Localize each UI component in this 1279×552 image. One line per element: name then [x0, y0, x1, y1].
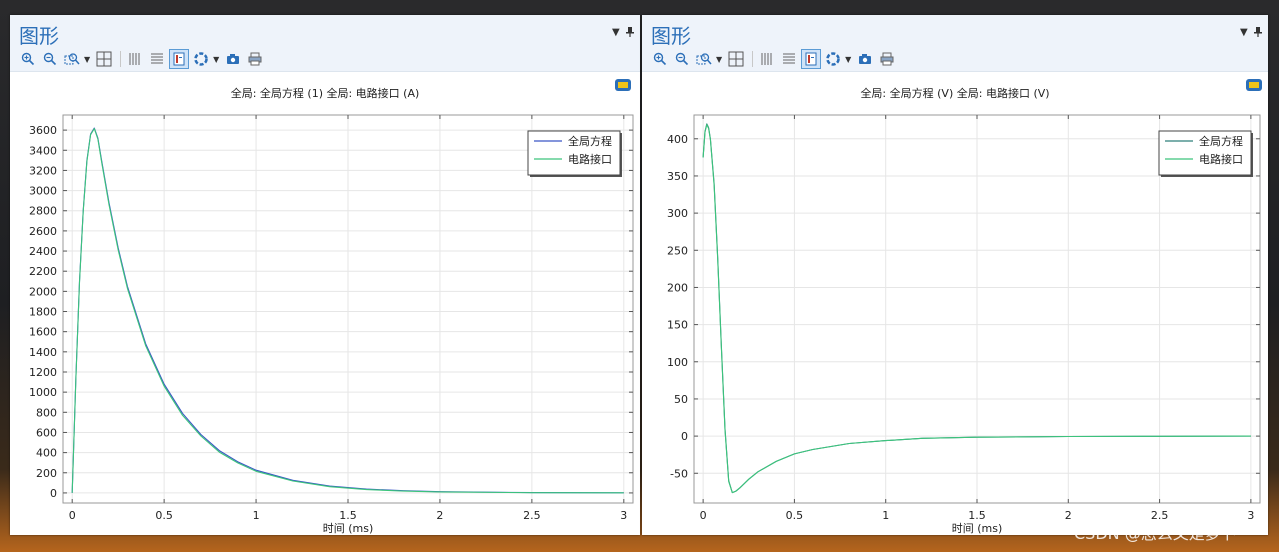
legend-label: 电路接口 — [1199, 153, 1243, 166]
y-tick-label: -50 — [670, 467, 688, 480]
y-tick-label: 300 — [667, 207, 688, 220]
watermark-text: CSDN @怎么又是萝卜 — [1074, 524, 1237, 543]
x-tick-label: 0.5 — [155, 509, 173, 522]
plot-window-current: 图形 ▼ ▼ ▼ 全局: 全局方程 (1) 全局: 电路接口 (A) 0 200 4… — [10, 15, 640, 535]
x-tick-label: 1 — [882, 509, 889, 522]
y-tick-label: 200 — [667, 281, 688, 294]
y-tick-label: 1400 — [29, 346, 57, 359]
x-tick-label: 3 — [1247, 509, 1254, 522]
y-tick-label: 600 — [36, 426, 57, 439]
y-tick-label: 2400 — [29, 245, 57, 258]
y-tick-label: 800 — [36, 406, 57, 419]
y-tick-label: 350 — [667, 170, 688, 183]
x-tick-label: 1 — [253, 509, 260, 522]
x-tick-label: 1.5 — [339, 509, 357, 522]
legend-label: 电路接口 — [568, 153, 612, 166]
y-tick-label: 100 — [667, 356, 688, 369]
y-tick-label: 3600 — [29, 124, 57, 137]
y-tick-label: 400 — [667, 133, 688, 146]
x-tick-label: 0 — [700, 509, 707, 522]
legend-label: 全局方程 — [568, 134, 612, 148]
y-tick-label: 3200 — [29, 164, 57, 177]
plot-window-voltage: 图形 ▼ ▼ ▼ 全局: 全局方程 (V) 全局: 电路接口 (V) -50 0 5… — [642, 15, 1268, 535]
x-axis-label: 时间 (ms) — [323, 522, 374, 535]
y-tick-label: 0 — [681, 430, 688, 443]
y-tick-label: 2600 — [29, 225, 57, 238]
y-tick-label: 250 — [667, 244, 688, 257]
y-tick-label: 3400 — [29, 144, 57, 157]
y-tick-label: 200 — [36, 467, 57, 480]
y-tick-label: 400 — [36, 447, 57, 460]
y-tick-label: 1200 — [29, 366, 57, 379]
x-tick-label: 0 — [69, 509, 76, 522]
x-tick-label: 0.5 — [786, 509, 804, 522]
y-tick-label: 1800 — [29, 306, 57, 319]
chart-voltage: -500501001502002503003504000 0.5 1 1.5 2 2.5 3… — [667, 114, 1261, 535]
x-axis-label: 时间 (ms) — [952, 522, 1003, 535]
x-tick-label: 2.5 — [523, 509, 541, 522]
y-tick-label: 2200 — [29, 265, 57, 278]
x-tick-label: 1.5 — [968, 509, 986, 522]
x-tick-label: 2 — [1065, 509, 1072, 522]
y-tick-label: 1000 — [29, 386, 57, 399]
legend-label: 全局方程 — [1199, 134, 1243, 148]
y-tick-label: 2800 — [29, 205, 57, 218]
y-tick-label: 150 — [667, 319, 688, 332]
x-tick-label: 3 — [620, 509, 627, 522]
x-tick-label: 2 — [436, 509, 443, 522]
y-tick-label: 1600 — [29, 326, 57, 339]
y-tick-label: 0 — [50, 487, 57, 500]
y-tick-label: 50 — [674, 393, 688, 406]
y-tick-label: 3000 — [29, 185, 57, 198]
chart-current: 0 200 400 600 800 1000 1200 1400 1600 1800 2000 220… — [29, 114, 634, 535]
y-tick-label: 2000 — [29, 285, 57, 298]
